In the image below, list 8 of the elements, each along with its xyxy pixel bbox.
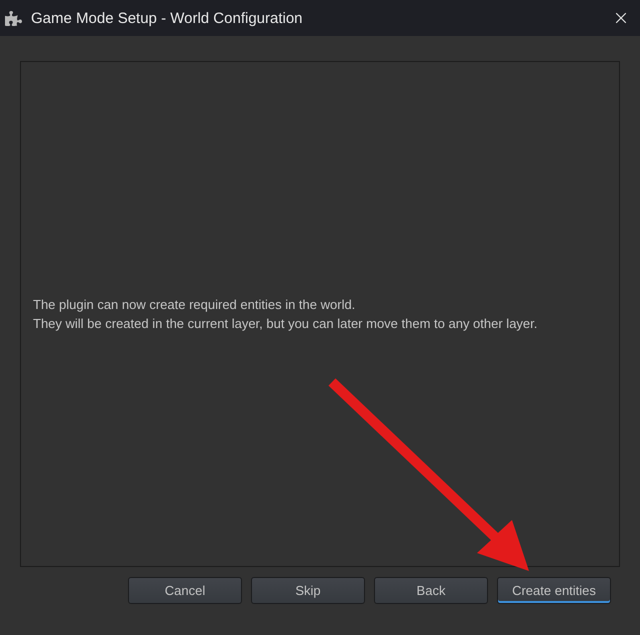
dialog-button[interactable]: Back [374, 577, 488, 604]
dialog-button[interactable]: Cancel [128, 577, 242, 604]
message-text: They will be created in the current layer, but you can later move them to any other layer. [33, 315, 538, 333]
message-text: The plugin can now create required entities in the world. [33, 296, 356, 314]
dialog-button[interactable]: Create entities [497, 577, 611, 604]
window-title: Game Mode Setup - World Configuration [31, 10, 303, 26]
puzzle-piece-icon [5, 10, 22, 26]
dialog-button[interactable]: Skip [251, 577, 365, 604]
